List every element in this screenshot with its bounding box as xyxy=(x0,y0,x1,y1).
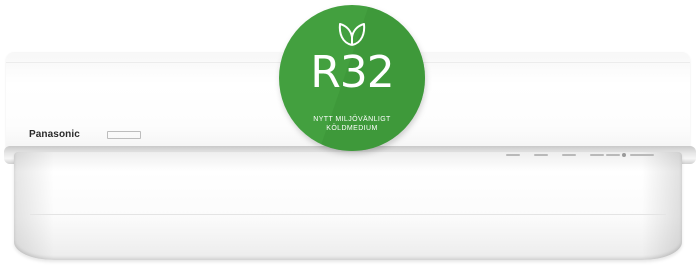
r32-badge: R32 NYTT MILJÖVÄNLIGT KÖLDMEDIUM xyxy=(279,5,425,151)
vent-line xyxy=(30,214,666,215)
indicator-lamp xyxy=(590,154,604,156)
badge-caption-line1: NYTT MILJÖVÄNLIGT xyxy=(313,116,391,123)
indicator-lamp xyxy=(630,154,654,156)
indicator-lamp xyxy=(534,154,548,156)
indicator-dot xyxy=(622,153,626,157)
badge-caption-line2: KÖLDMEDIUM xyxy=(326,125,378,132)
product-image: Panasonic R32 NYTT MILJÖVÄNLIGT KÖLDMEDI… xyxy=(0,0,698,267)
panel-shade-right xyxy=(642,152,682,260)
indicator-panel xyxy=(500,152,660,162)
panel-shade-left xyxy=(14,152,54,260)
leaf-icon xyxy=(338,23,366,46)
brand-logo: Panasonic xyxy=(29,129,80,140)
indicator-lamp xyxy=(506,154,520,156)
model-plate xyxy=(107,131,141,139)
air-conditioner-front-panel xyxy=(14,152,682,260)
indicator-lamp xyxy=(606,154,620,156)
badge-title: R32 xyxy=(310,47,395,98)
indicator-lamp xyxy=(562,154,576,156)
